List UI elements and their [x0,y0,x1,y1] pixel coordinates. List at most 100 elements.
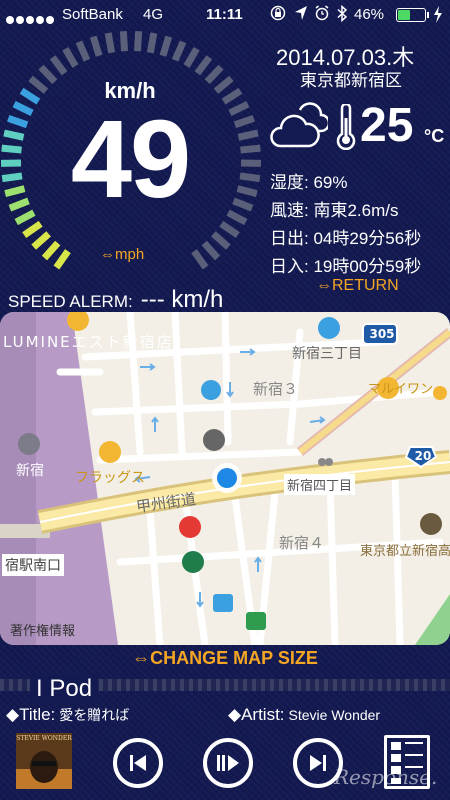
gauge-tick [204,64,224,85]
artist-label: ◆Artist: [228,705,285,724]
current-location-dot [217,468,237,488]
gauge-tick [7,114,29,129]
gauge-tick [159,35,173,57]
status-bar: SoftBank 4G 11:11 46% [0,0,450,30]
route-20-label: 20 [414,449,432,463]
battery-icon [396,8,426,22]
map-label-shinjuku-yonchome: 新宿四丁目 [284,474,356,495]
alarm-icon [314,5,330,25]
cloudy-weather-icon [270,100,331,155]
play-pause-button[interactable] [203,738,253,788]
shopping-poi-icon-3 [99,441,121,463]
gauge-tick [232,197,254,212]
response-watermark: Response. [334,765,438,789]
gauge-tick [233,114,255,129]
gauge-tick [3,129,25,141]
speed-alert-value: --- km/h [140,286,224,313]
speed-alert-label: SPEED ALERM: [8,292,133,311]
map-label-school: 東京都立新宿高 [360,544,450,559]
sunrise-value: 04時29分56秒 [313,229,422,248]
gauge-tick [213,75,234,94]
gauge-tick [31,231,51,250]
gauge-tick [146,32,158,54]
map-label-flags: フラッグス [75,470,145,486]
gauge-tick [19,87,41,105]
seven-eleven-poi-icon [246,612,266,630]
previous-track-button[interactable] [113,738,163,788]
song-info: ◆Title: 愛を贈れば [6,705,129,725]
gauge-tick [221,87,243,105]
gauge-tick [171,40,187,62]
location-name: 東京都新宿区 [300,71,402,90]
sunrise-row: 日出: 04時29分56秒 [270,224,421,249]
subway-poi-icon [318,317,340,339]
sunset-label: 日入: [270,257,309,276]
previous-track-icon [130,755,146,771]
wind-value: 南東2.6m/s [313,201,399,220]
gauge-tick [1,172,23,183]
battery-tip [427,12,429,18]
album-art-text: STEVIE WONDER [16,735,72,742]
location-arrow-icon [294,5,308,25]
gauge-tick [226,209,248,226]
gauge-tick [8,197,30,212]
gauge-tick [211,231,231,250]
humidity-row: 湿度: 69% [270,168,348,193]
thermometer-icon [336,102,356,155]
gauge-tick [219,220,240,239]
battery-percent: 46% [354,6,385,23]
bank-poi-icon [201,380,221,400]
sunrise-label: 日出: [270,229,309,248]
mph-toggle-button[interactable]: ⇔mph [100,246,144,263]
gauge-tick [38,64,58,85]
map-label-lumine: LUMINEエスト新宿店 [3,333,174,351]
clock: 11:11 [206,6,243,23]
play-pause-icon [217,755,239,771]
speed-alert[interactable]: SPEED ALERM: --- km/h [8,286,223,314]
station-poi-icon [18,433,40,455]
map-copyright-link[interactable]: 著作権情報 [10,620,75,639]
route-305-label: 305 [369,327,395,341]
mcdonalds-poi-icon [179,516,201,538]
temperature-unit: °C [424,126,445,146]
album-art: STEVIE WONDER [16,733,72,789]
gauge-tick [41,240,61,261]
gauge-tick [133,31,143,52]
speed-value: 49 [70,98,191,221]
gauge-tick [239,172,261,183]
map-label-shinjuku3: 新宿３ [253,380,299,398]
bluetooth-icon [336,4,348,26]
song-title: 愛を贈れば [59,707,130,723]
gauge-tick [49,55,68,76]
gauge-tick [1,144,22,154]
gauge-tick [236,185,258,198]
signal-strength-icon [6,11,56,28]
map-label-shinjuku-station: 新宿 [16,463,44,479]
gauge-tick [75,40,91,62]
gauge-tick [12,101,34,117]
gauge-tick [119,31,129,52]
gauge-tick [89,35,103,57]
map-label-shinjuku4: 新宿４ [279,534,325,552]
school-poi-icon [420,513,442,535]
gauge-tick [191,249,209,270]
change-map-size-button[interactable]: ⇔CHANGE MAP SIZE [0,648,450,669]
return-button[interactable]: ⇔RETURN [316,277,399,295]
sunset-row: 日入: 19時00分59秒 [270,252,421,277]
wind-row: 風速: 南東2.6m/s [270,196,399,221]
park-area [415,594,450,645]
map-view[interactable]: LUMINEエスト新宿店 新宿３ 新宿三丁目 マルイワン 新宿 フラッグス 甲州… [0,312,450,645]
wind-label: 風速: [270,201,309,220]
map-canvas[interactable] [0,312,450,645]
humidity-label: 湿度: [270,173,309,192]
gauge-tick [240,144,261,154]
humidity-value: 69% [313,173,348,192]
gauge-tick [28,75,49,94]
starbucks-poi-icon [182,551,204,573]
ipod-title: I Pod [30,675,99,703]
next-track-icon [310,755,326,771]
song-label: ◆Title: [6,705,56,724]
gauge-tick [62,47,79,68]
police-poi-icon [203,429,225,451]
gauge-tick [14,209,36,226]
